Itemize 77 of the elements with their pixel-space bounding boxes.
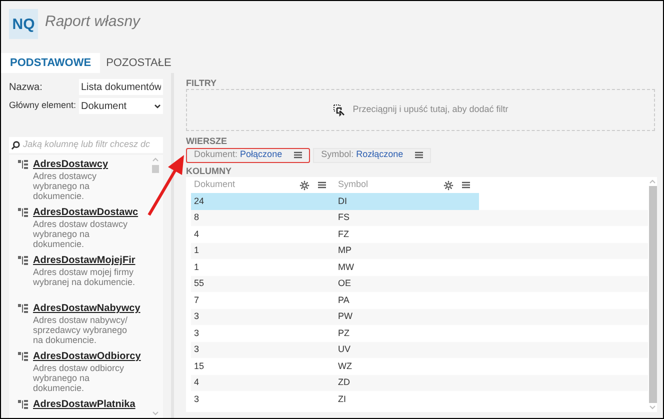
section-heading: FILTRY xyxy=(186,77,218,89)
table-cell-text: PZ xyxy=(337,326,351,340)
drop-hint: Przeciągnij i upuść tutaj, aby dodać filtr xyxy=(352,103,508,116)
table-cell-text: 1 xyxy=(193,244,200,257)
gear-icon[interactable] xyxy=(299,180,310,190)
field-description: Adres dostaw mojej firmy wybranej na dokumencie. xyxy=(33,267,136,287)
table-row[interactable]: 3 UV xyxy=(191,342,648,358)
table-cell-text: 1 xyxy=(193,260,200,274)
tab[interactable]: PODSTAWOWE xyxy=(1,53,100,73)
scroll-thumb[interactable] xyxy=(648,186,656,403)
tree-icon xyxy=(18,352,28,361)
table-cell-text: 3 xyxy=(193,310,200,323)
menu-icon[interactable] xyxy=(318,181,326,189)
table-cell-text: MW xyxy=(337,260,355,274)
table-cell-text: PA xyxy=(337,294,350,306)
grouping-chip[interactable]: Dokument: Połączone xyxy=(186,148,310,162)
menu-icon[interactable] xyxy=(415,151,424,159)
chevron-icon xyxy=(154,104,161,108)
menu-icon[interactable] xyxy=(294,151,302,159)
field-description: Adres dostawcy wybranego na dokumencie. xyxy=(33,171,98,201)
table-scrollbar[interactable] xyxy=(648,177,657,412)
table-cell-text: 3 xyxy=(193,392,200,406)
scrollbar[interactable] xyxy=(152,157,159,416)
element-dropdown[interactable]: Dokument xyxy=(79,98,163,114)
table-row[interactable]: 1 MP xyxy=(191,242,648,259)
search-field[interactable]: Jaką kolumnę lub filtr chcesz dc xyxy=(9,137,163,153)
table-cell-text: 3 xyxy=(193,343,200,356)
table-row[interactable]: 4 ZD xyxy=(191,374,648,391)
gear-icon[interactable] xyxy=(443,180,454,190)
table-cell-text: MP xyxy=(337,244,352,257)
field-label: Główny element: xyxy=(9,99,78,112)
table-cell-text: WZ xyxy=(337,360,353,372)
tree-icon xyxy=(18,304,28,313)
search-icon xyxy=(11,140,20,150)
tree-icon xyxy=(18,208,28,217)
table-cell-text: FZ xyxy=(337,228,350,240)
menu-icon[interactable] xyxy=(462,181,470,189)
field-name[interactable]: AdresDostawNabywcy xyxy=(33,302,148,315)
table-cell-text: 3 xyxy=(193,326,200,340)
section-heading: WIERSZE xyxy=(186,135,228,147)
field-name[interactable]: AdresDostawDostawc xyxy=(33,206,148,219)
drag-drop-icon xyxy=(332,104,345,116)
table-cell-text: 8 xyxy=(193,211,200,224)
tree-icon xyxy=(18,256,28,265)
field-description: Adres dostaw nabywcy/ sprzedawcy wybranego na dokumencie. xyxy=(33,315,129,345)
table-cell-text: 4 xyxy=(193,376,200,389)
table-cell-text: ZI xyxy=(337,392,347,406)
table-cell-text: UV xyxy=(337,343,352,356)
field-description: Adres dostaw dostawcy wybranego na dokumencie. xyxy=(33,219,129,249)
field-name[interactable]: AdresDostawPlatnika xyxy=(33,398,148,411)
field-name[interactable]: AdresDostawMojejFir xyxy=(33,254,148,267)
field-description: Adres dostaw odbiorcy wybranego na dokumencie. xyxy=(33,363,126,393)
table-cell-text: ZD xyxy=(337,376,351,389)
table-cell-text: 4 xyxy=(193,228,200,240)
annotation-arrow xyxy=(148,155,184,216)
table-cell: 24 xyxy=(191,193,335,210)
section-heading: KOLUMNY xyxy=(186,165,232,177)
field-name[interactable]: AdresDostawOdbiorcy xyxy=(33,350,148,363)
table-row[interactable]: 55 OE xyxy=(191,276,648,292)
app-logo: NQ xyxy=(9,9,38,39)
tree-icon xyxy=(18,160,28,169)
table-row[interactable]: 8 FS xyxy=(191,210,648,226)
grouping-chip[interactable]: Symbol: Rozłączone xyxy=(313,148,432,162)
table-cell-text: FS xyxy=(337,211,351,224)
table-cell-text: 7 xyxy=(193,294,200,306)
table-cell-text: OE xyxy=(337,277,352,290)
field-label: Nazwa: xyxy=(9,80,44,94)
tree-icon xyxy=(18,400,28,409)
table-cell-text: 15 xyxy=(193,360,206,372)
table-cell: DI xyxy=(335,193,479,210)
field-name[interactable]: AdresDostawcy xyxy=(33,158,148,171)
scroll-thumb[interactable] xyxy=(152,165,159,173)
tab[interactable]: POZOSTAŁE xyxy=(100,53,178,73)
window-title: Raport własny xyxy=(45,12,140,32)
table-row[interactable]: 3 PW xyxy=(191,308,648,325)
table-cell-text: 55 xyxy=(193,277,206,290)
table-cell-text: PW xyxy=(337,310,354,323)
